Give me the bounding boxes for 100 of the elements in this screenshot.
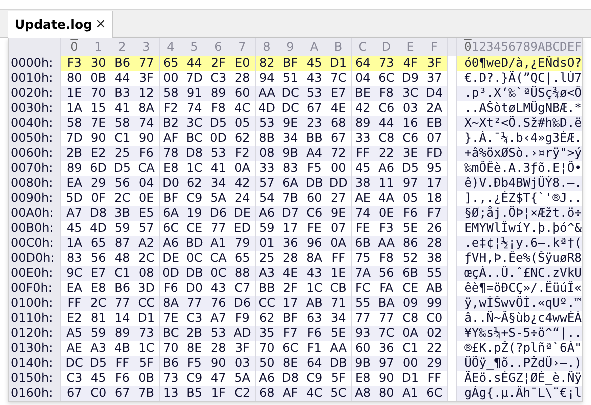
byte-cell-text: 77: [210, 221, 228, 236]
byte-cell-text: 56: [90, 251, 108, 266]
offset-label: 0110h:: [11, 311, 54, 326]
byte-cell-text: 77: [138, 56, 156, 71]
byte-cell: 93: [350, 326, 375, 341]
byte-cell-text: 36: [378, 341, 396, 356]
byte-cell-text: 18: [426, 191, 444, 206]
byte-cell-text: 1F: [210, 386, 227, 401]
byte-cell-text: FF: [426, 371, 442, 386]
byte-cell-text: F7: [426, 206, 443, 221]
ascii-text: gÀg{.µ.Âh¯L\¨€¡l: [464, 386, 582, 401]
byte-cell: B6: [158, 356, 183, 371]
byte-cell-text: 45: [66, 221, 84, 236]
byte-cell-text: 4B: [114, 341, 132, 356]
offset-label: 0040h:: [11, 116, 54, 131]
byte-cell-text: E2: [90, 146, 108, 161]
byte-cell-text: EA: [66, 281, 84, 296]
byte-cell-text: 4C: [306, 386, 324, 401]
byte-cell-text: DB: [184, 266, 204, 281]
ascii-text: EMYWlÎwíY.þ.þó^&: [464, 221, 582, 236]
byte-cell-text: AF: [282, 386, 300, 401]
byte-cell-text: 96: [306, 236, 324, 251]
byte-cell-text: C3: [210, 71, 228, 86]
byte-cell-text: E2: [66, 311, 84, 326]
byte-cell: 58: [158, 86, 183, 101]
byte-cell-text: 41: [114, 101, 132, 116]
byte-cell-text: A5: [66, 326, 84, 341]
byte-cell-text: AB: [425, 281, 444, 296]
byte-cell-text: 05: [402, 191, 420, 206]
byte-cell-text: 4D: [89, 221, 108, 236]
byte-cell: 0D: [158, 266, 183, 281]
byte-cell-text: 53: [306, 86, 324, 101]
byte-cell-text: 42: [234, 176, 252, 191]
byte-cell-text: 76: [210, 296, 228, 311]
byte-cell-text: BA: [377, 296, 396, 311]
ascii-text: X~Xt²<Õ.Sž#h‰D.ë: [464, 116, 582, 131]
ascii-text: €.D?.}Ã(”QC|.lÙ7: [464, 71, 582, 86]
byte-cell-text: 08: [138, 266, 156, 281]
byte-cell-text: BF: [282, 56, 300, 71]
byte-cell-text: DE: [233, 206, 252, 221]
byte-cell-text: 47: [210, 371, 228, 386]
byte-cell-text: 00: [402, 356, 420, 371]
byte-cell-text: 0E: [138, 191, 156, 206]
byte-cell-text: E8: [90, 281, 108, 296]
byte-cell: 53: [254, 116, 279, 131]
byte-cell-text: 63: [306, 311, 324, 326]
byte-cell-text: 97: [378, 356, 396, 371]
ascii-header: 0123456789ABCDEF: [456, 38, 582, 56]
byte-cell-text: 1A: [66, 101, 84, 116]
byte-cell: 65: [158, 56, 183, 71]
offset-label: 0020h:: [11, 86, 54, 101]
byte-cell-text: 67: [114, 386, 132, 401]
byte-cell: 64: [350, 56, 375, 71]
byte-cell-text: 0A: [234, 161, 252, 176]
byte-cell: AA: [254, 86, 279, 101]
column-header: 3: [142, 39, 152, 56]
file-tab[interactable]: Update.log ×: [8, 11, 114, 38]
byte-cell-text: 59: [90, 326, 108, 341]
byte-cell-text: 7D: [65, 131, 84, 146]
ascii-text: â..Ñ~Ã§ùb¿c4wwÈÀ: [464, 311, 582, 326]
byte-cell: A3: [254, 266, 279, 281]
offset-label: 00F0h:: [11, 281, 52, 296]
byte-cell-text: 67: [306, 101, 324, 116]
ascii-text: ‰mÕÊè.A.3ƒõ.E¦Õ•: [464, 161, 582, 176]
byte-cell-text: 2C: [138, 251, 156, 266]
byte-cell-text: 8E: [186, 341, 204, 356]
byte-cell-text: 9B: [282, 146, 300, 161]
ascii-text: }.Á.¯¼.b‹4»g3ÈÆ.: [464, 131, 582, 146]
byte-cell-text: ED: [233, 221, 252, 236]
byte-cell-text: F6: [114, 371, 131, 386]
byte-cell-text: 0A: [402, 326, 420, 341]
byte-cell-text: D8: [281, 371, 300, 386]
byte-cell-text: F8: [210, 101, 227, 116]
byte-cell-text: CB: [329, 281, 348, 296]
byte-cell-text: 53: [210, 146, 228, 161]
byte-cell-text: A2: [138, 236, 156, 251]
byte-cell-text: DD: [328, 176, 349, 191]
byte-cell-text: 90: [90, 131, 108, 146]
byte-cell-text: B6: [114, 56, 132, 71]
byte-cell-text: 4E: [282, 266, 300, 281]
byte-cell-text: 80: [66, 71, 84, 86]
offset-label: 00B0h:: [11, 221, 54, 236]
byte-cell-text: 0C: [186, 251, 204, 266]
byte-cell-text: 90: [210, 356, 228, 371]
byte-cell-text: CE: [186, 221, 204, 236]
byte-cell-text: 58: [114, 116, 132, 131]
byte-cell-text: CC: [137, 296, 156, 311]
byte-cell-text: F1: [306, 341, 323, 356]
ascii-text: ].,.¿ÉZ$T{`'®J..: [464, 191, 582, 206]
byte-cell-text: 53: [210, 326, 228, 341]
ascii-text: ÃEö.sÉGZ¦ØÉ_è.Ñÿ: [464, 371, 582, 386]
byte-cell-text: C9: [186, 371, 204, 386]
byte-cell-text: 91: [186, 86, 204, 101]
byte-cell-text: C1: [114, 131, 132, 146]
close-icon[interactable]: ×: [96, 17, 106, 32]
byte-cell-text: 59: [114, 221, 132, 236]
offset-label: 00D0h:: [11, 251, 55, 266]
byte-cell-text: AD: [232, 326, 252, 341]
byte-cell-text: EB: [426, 116, 444, 131]
byte-cell-text: E0: [234, 56, 252, 71]
